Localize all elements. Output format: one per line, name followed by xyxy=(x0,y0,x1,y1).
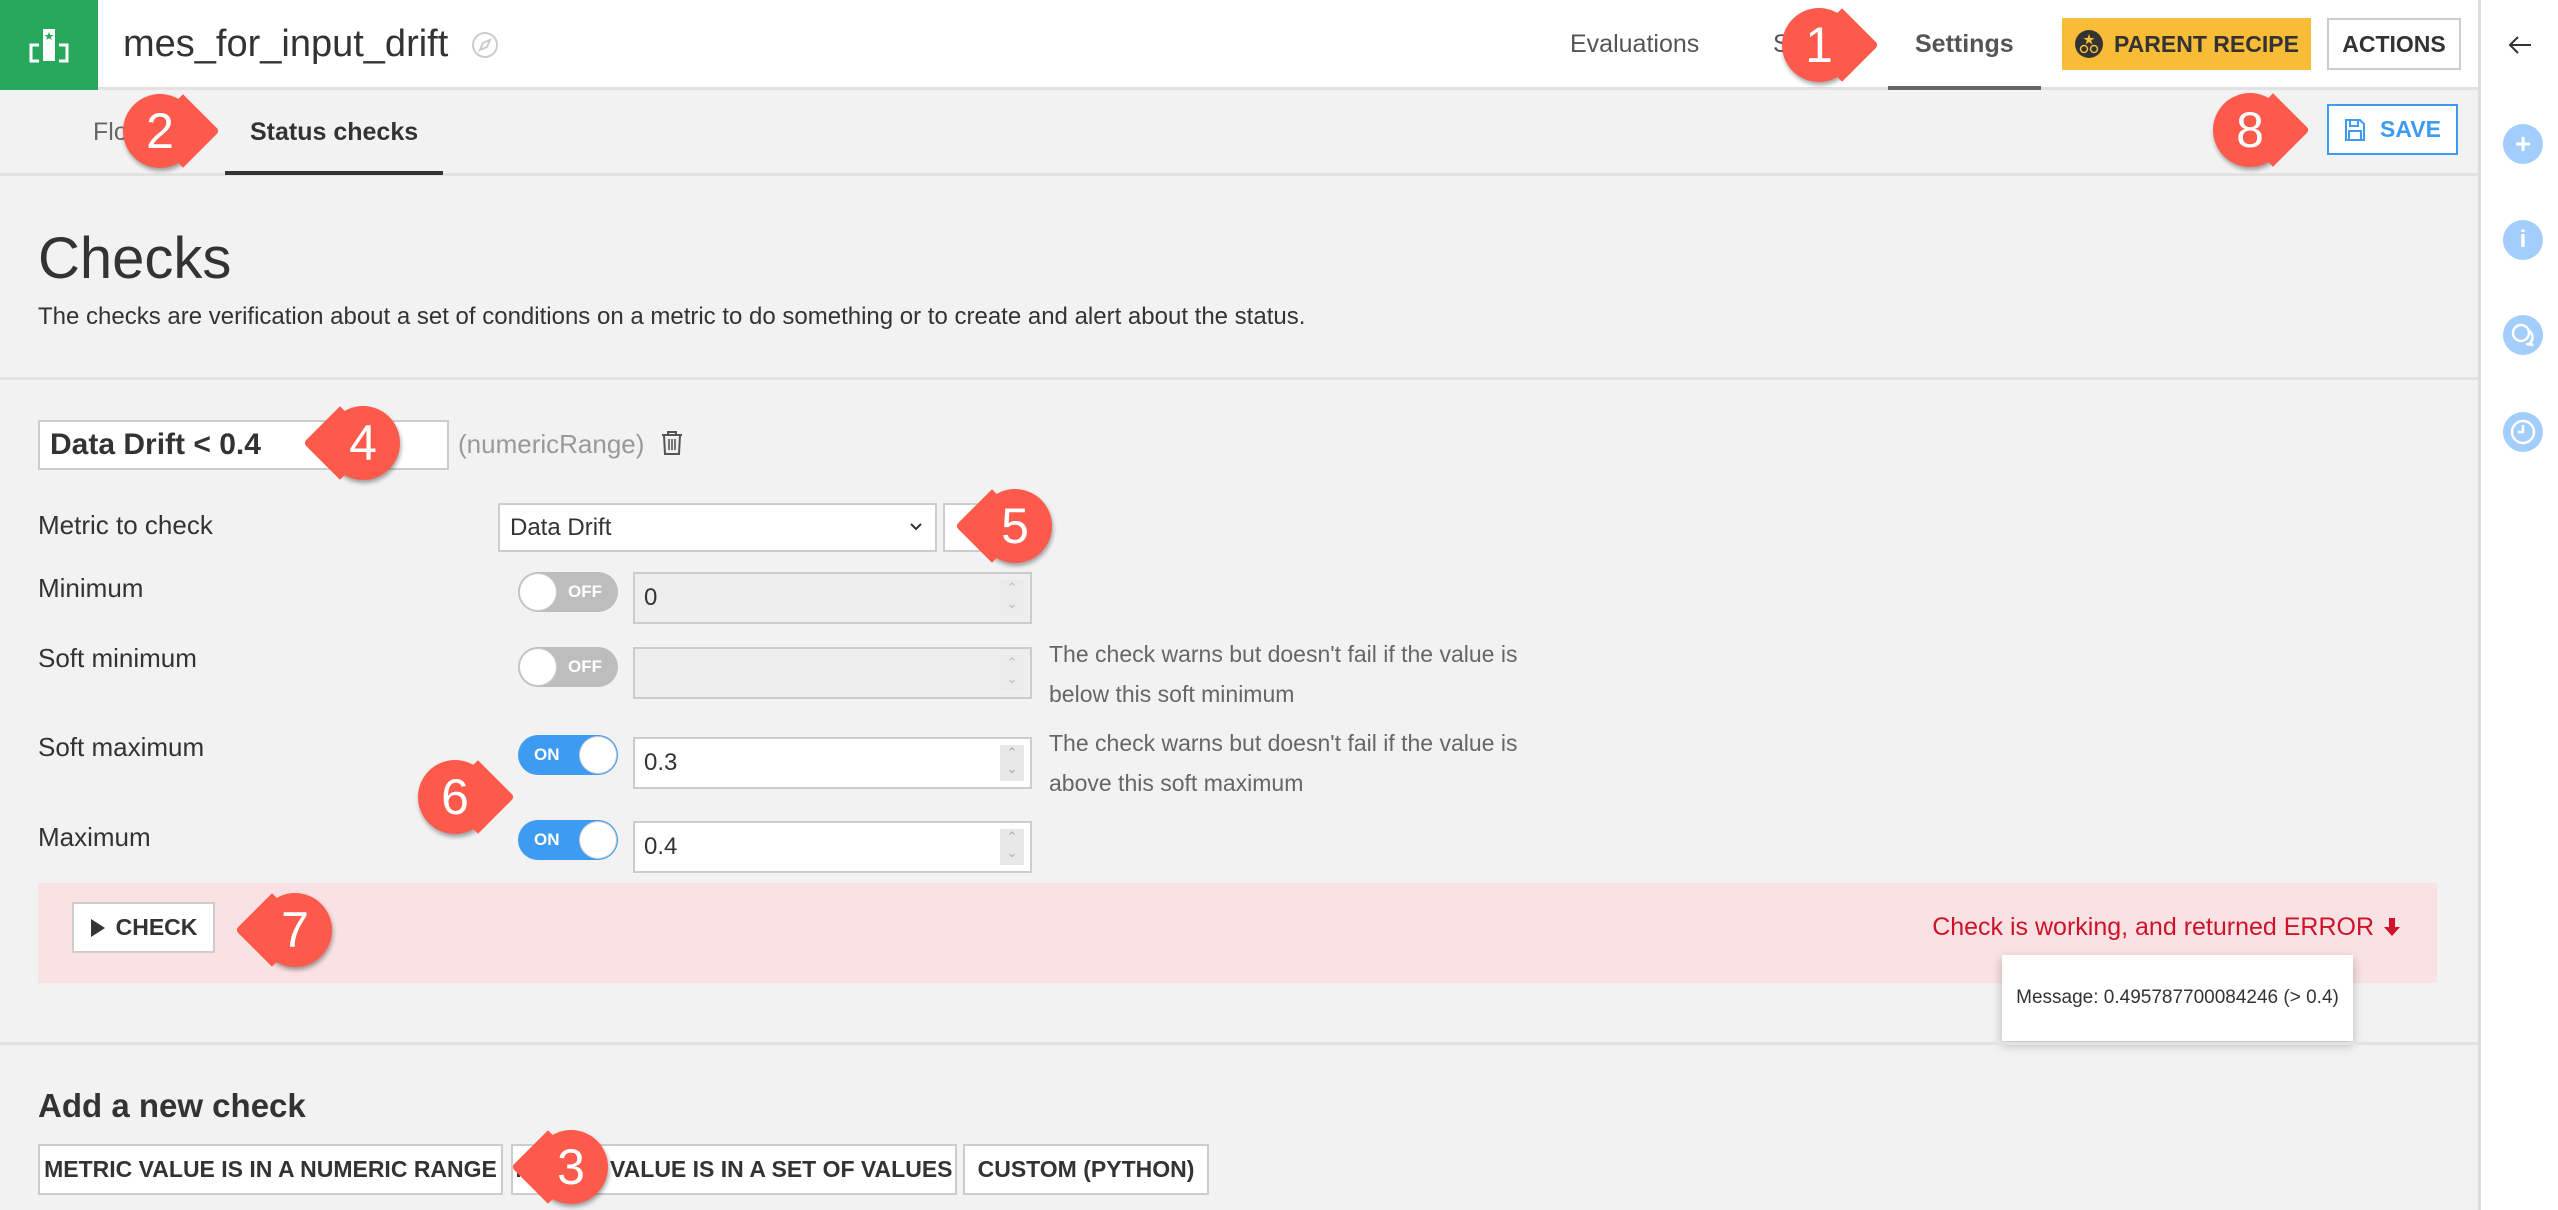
clock-icon[interactable] xyxy=(2503,412,2543,452)
sub-header: Flo Status checks SAVE xyxy=(0,90,2478,176)
check-result-text[interactable]: Check is working, and returned ERROR xyxy=(1932,907,2403,947)
toggle-knob xyxy=(580,822,616,858)
toggle-state: ON xyxy=(534,830,560,849)
maximum-label: Maximum xyxy=(38,822,151,852)
add-check-title: Add a new check xyxy=(38,1087,306,1124)
page-description: The checks are verification about a set … xyxy=(38,303,1306,330)
chevron-down-icon xyxy=(910,523,922,531)
object-title: mes_for_input_drift xyxy=(123,23,449,65)
maximum-toggle[interactable]: ON xyxy=(518,820,618,860)
metric-select-value: Data Drift xyxy=(510,514,612,541)
toggle-state: OFF xyxy=(568,582,602,601)
maximum-input[interactable]: 0.4 ⌃ ⌄ xyxy=(633,821,1032,873)
info-icon[interactable]: i xyxy=(2503,220,2543,260)
soft-maximum-help: The check warns but doesn't fail if the … xyxy=(1049,730,1518,796)
soft-maximum-input[interactable]: 0.3 ⌃ ⌄ xyxy=(633,737,1032,789)
add-numeric-range-button[interactable]: METRIC VALUE IS IN A NUMERIC RANGE xyxy=(38,1144,503,1195)
recipe-icon xyxy=(2075,30,2104,58)
toggle-state: ON xyxy=(534,745,560,764)
page-title: Checks xyxy=(38,226,232,291)
minimum-input[interactable]: 0 ⌃ ⌄ xyxy=(633,572,1032,624)
actions-button[interactable]: ACTIONS xyxy=(2327,18,2461,70)
trash-icon[interactable] xyxy=(660,430,684,456)
compass-icon[interactable] xyxy=(470,30,500,60)
number-spinner[interactable]: ⌃ ⌄ xyxy=(1000,745,1024,781)
section-divider xyxy=(0,1042,2478,1045)
tab-status-checks[interactable]: Status checks xyxy=(224,90,444,175)
soft-minimum-help: The check warns but doesn't fail if the … xyxy=(1049,641,1518,707)
number-spinner[interactable]: ⌃ ⌄ xyxy=(1000,655,1024,691)
annotation-marker-5: 5 xyxy=(978,489,1052,563)
arrow-left-icon[interactable] xyxy=(2505,30,2535,60)
soft-maximum-label: Soft maximum xyxy=(38,732,205,762)
soft-maximum-toggle[interactable]: ON xyxy=(518,735,618,775)
parent-recipe-button[interactable]: PARENT RECIPE xyxy=(2062,18,2311,70)
play-icon xyxy=(90,918,105,937)
soft-minimum-label: Soft minimum xyxy=(38,643,197,673)
annotation-marker-4: 4 xyxy=(326,406,400,480)
minimum-toggle[interactable]: OFF xyxy=(518,572,618,612)
save-button[interactable]: SAVE xyxy=(2327,104,2458,155)
evaluation-store-icon xyxy=(29,29,69,63)
arrow-down-icon xyxy=(2384,918,2400,936)
tab-evaluations[interactable]: Evaluations xyxy=(1570,0,1699,90)
section-divider xyxy=(0,377,2478,380)
annotation-marker-8: 8 xyxy=(2213,93,2287,167)
toggle-state: OFF xyxy=(568,657,602,676)
run-check-button[interactable]: CHECK xyxy=(72,902,215,953)
soft-minimum-input[interactable]: ⌃ ⌄ xyxy=(633,647,1032,699)
result-message-tooltip: Message: 0.495787700084246 (> 0.4) xyxy=(2002,955,2353,1041)
number-spinner[interactable]: ⌃ ⌄ xyxy=(1000,580,1024,616)
minimum-value: 0 xyxy=(644,584,658,611)
save-label: SAVE xyxy=(2380,116,2441,142)
soft-maximum-value: 0.3 xyxy=(644,749,678,776)
toggle-knob xyxy=(520,574,556,610)
result-text: Check is working, and returned ERROR xyxy=(1932,913,2375,941)
annotation-marker-7: 7 xyxy=(258,893,332,967)
parent-recipe-label: PARENT RECIPE xyxy=(2114,30,2299,57)
toggle-knob xyxy=(580,737,616,773)
check-button-label: CHECK xyxy=(115,914,198,940)
add-custom-python-button[interactable]: CUSTOM (PYTHON) xyxy=(963,1144,1209,1195)
annotation-marker-6: 6 xyxy=(418,760,492,834)
plus-icon[interactable]: + xyxy=(2503,124,2543,164)
annotation-marker-3: 3 xyxy=(534,1130,608,1204)
top-header: mes_for_input_drift Evaluations S Settin… xyxy=(0,0,2478,90)
minimum-label: Minimum xyxy=(38,573,144,603)
soft-minimum-toggle[interactable]: OFF xyxy=(518,647,618,687)
metric-label: Metric to check xyxy=(38,510,213,540)
chat-icon[interactable] xyxy=(2503,315,2543,355)
tab-settings[interactable]: Settings xyxy=(1888,0,2041,90)
check-type-label: (numericRange) xyxy=(458,429,645,459)
annotation-marker-2: 2 xyxy=(123,94,197,168)
toggle-knob xyxy=(520,649,556,685)
floppy-disk-icon xyxy=(2345,118,2366,141)
number-spinner[interactable]: ⌃ ⌄ xyxy=(1000,829,1024,865)
metric-select[interactable]: Data Drift xyxy=(498,503,937,552)
maximum-value: 0.4 xyxy=(644,833,678,860)
right-sidebar: + i xyxy=(2478,0,2558,1210)
annotation-marker-1: 1 xyxy=(1782,8,1856,82)
app-logo[interactable] xyxy=(0,0,98,90)
